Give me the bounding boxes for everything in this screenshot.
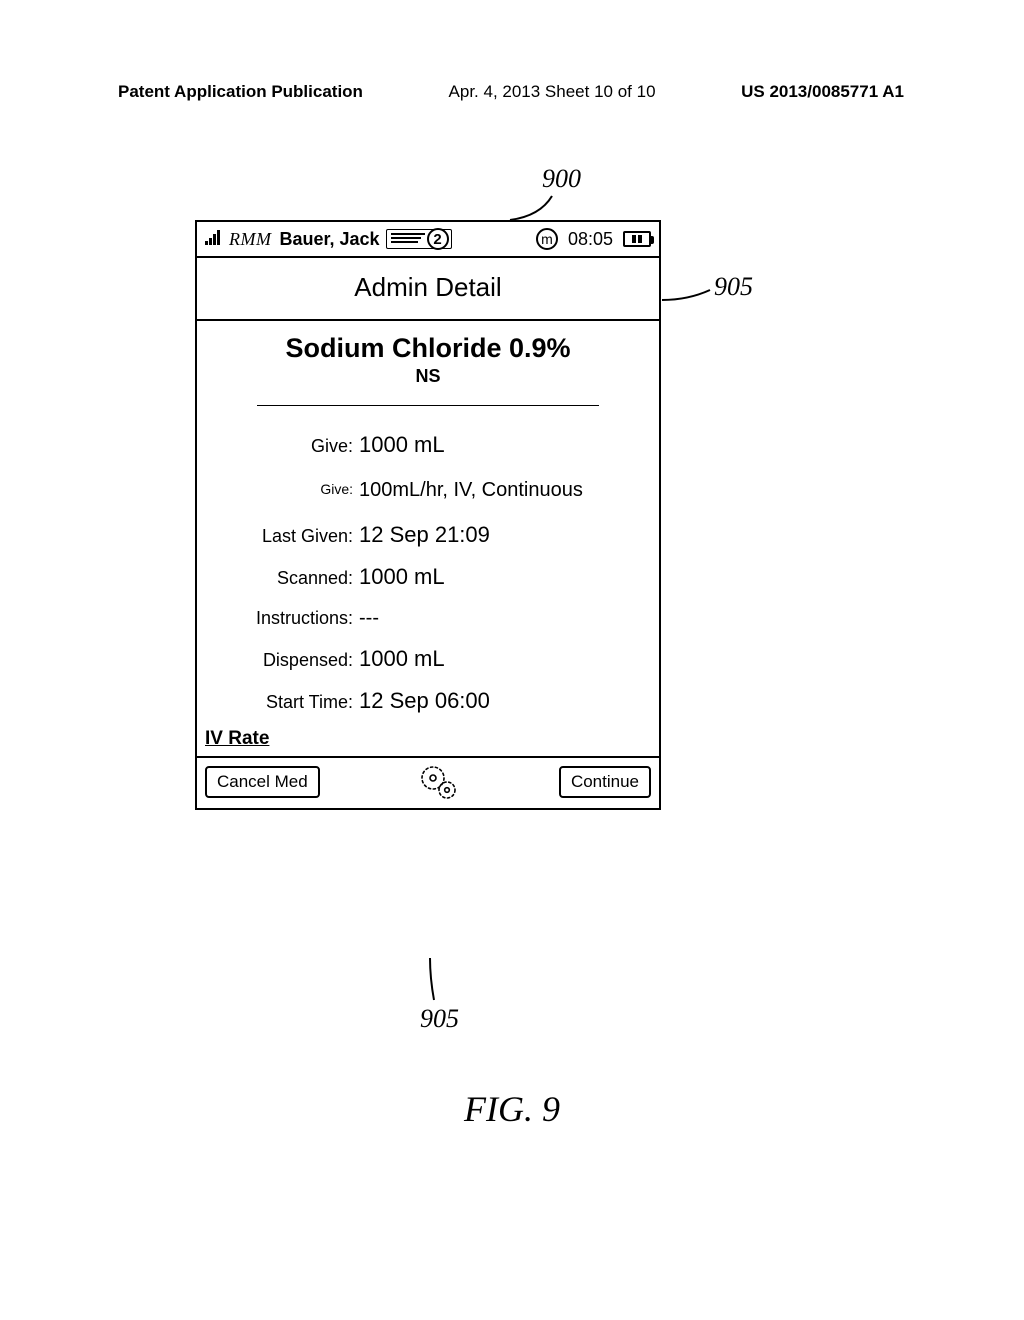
start-time-label: Start Time: <box>227 693 359 711</box>
scanned-value: 1000 mL <box>359 566 445 588</box>
screen-title: Admin Detail <box>197 258 659 319</box>
app-abbr: RMM <box>229 229 271 250</box>
dispensed-value: 1000 mL <box>359 648 445 670</box>
patent-header: Patent Application Publication Apr. 4, 2… <box>118 82 904 102</box>
notification-badge: 2 <box>427 228 449 250</box>
dispensed-label: Dispensed: <box>227 651 359 669</box>
instructions-value: --- <box>359 608 379 628</box>
last-given-value: 12 Sep 21:09 <box>359 524 490 546</box>
battery-icon <box>623 231 651 247</box>
give-amount-label: Give: <box>227 437 359 455</box>
patient-name: Bauer, Jack <box>279 229 379 250</box>
clock-time: 08:05 <box>568 229 613 250</box>
give-amount-value: 1000 mL <box>359 434 445 456</box>
give-rate-value: 100mL/hr, IV, Continuous <box>359 480 583 500</box>
mode-icon: m <box>536 228 558 250</box>
device-frame: RMM Bauer, Jack 2 m 08:05 Admin Detail S… <box>195 220 661 810</box>
ref-905-right: 905 <box>714 272 753 302</box>
progress-pill: 2 <box>386 229 452 249</box>
start-time-value: 12 Sep 06:00 <box>359 690 490 712</box>
medication-header: Sodium Chloride 0.9% NS <box>197 321 659 412</box>
drug-abbr: NS <box>219 366 637 387</box>
sheet-info: Apr. 4, 2013 Sheet 10 of 10 <box>449 82 656 102</box>
publication-type: Patent Application Publication <box>118 82 363 102</box>
last-given-label: Last Given: <box>227 527 359 545</box>
cancel-med-button[interactable]: Cancel Med <box>205 766 320 798</box>
continue-button[interactable]: Continue <box>559 766 651 798</box>
drug-name: Sodium Chloride 0.9% <box>219 333 637 364</box>
admin-details: Give: 1000 mL Give: 100mL/hr, IV, Contin… <box>197 412 659 728</box>
instructions-label: Instructions: <box>227 609 359 627</box>
settings-gears-icon[interactable] <box>417 764 461 800</box>
ref-905-bottom: 905 <box>420 1004 459 1034</box>
ref-900: 900 <box>542 164 581 194</box>
publication-number: US 2013/0085771 A1 <box>741 82 904 102</box>
signal-icon <box>205 229 223 250</box>
scanned-label: Scanned: <box>227 569 359 587</box>
bottom-bar: Cancel Med Continue <box>197 758 659 808</box>
figure-label: FIG. 9 <box>0 1088 1024 1130</box>
iv-rate-link[interactable]: IV Rate <box>197 728 659 756</box>
give-rate-label: Give: <box>227 480 359 496</box>
status-bar: RMM Bauer, Jack 2 m 08:05 <box>197 222 659 256</box>
